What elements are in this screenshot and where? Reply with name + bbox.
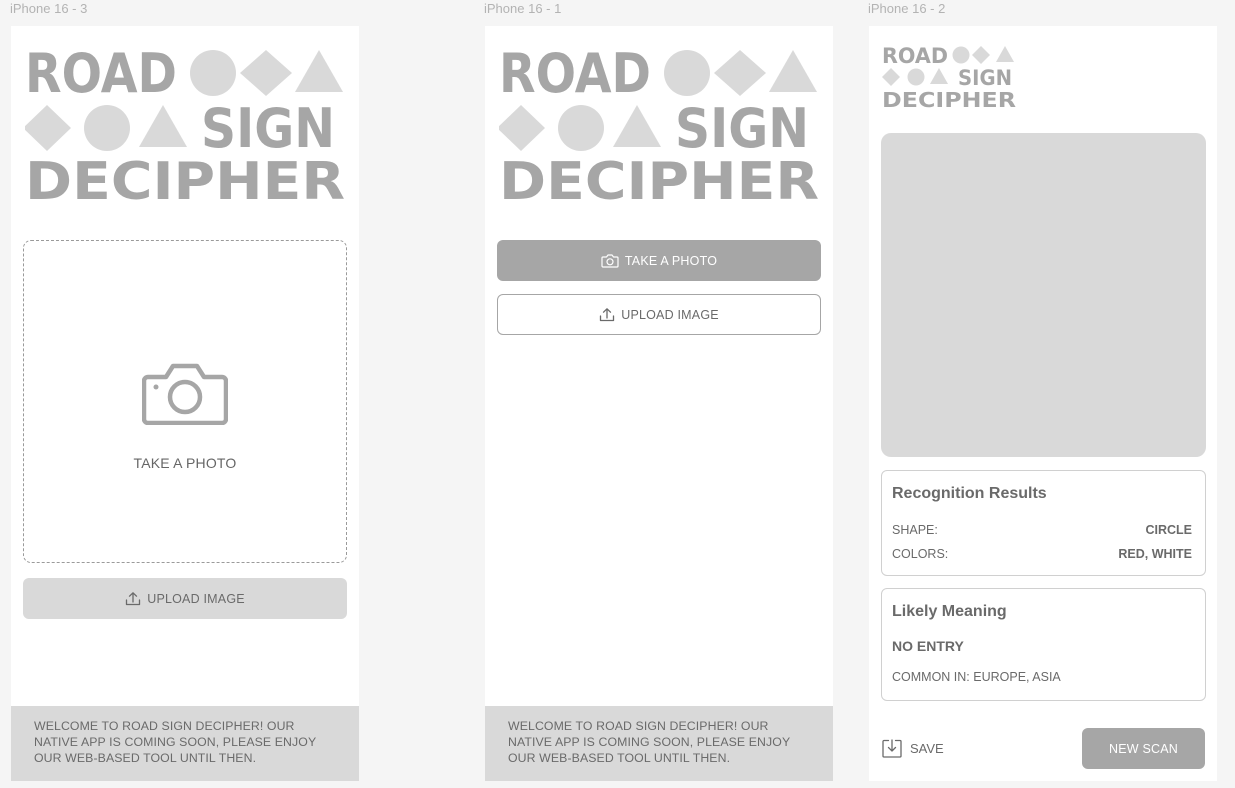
recognition-results-title: Recognition Results [892, 485, 1047, 502]
frame-label-iphone-16-3: iPhone 16 - 3 [10, 1, 88, 16]
colors-value: RED, WHITE [1118, 547, 1192, 561]
colors-label: COLORS: [892, 547, 949, 561]
take-photo-label: TAKE A PHOTO [624, 253, 718, 268]
diamond-shape [240, 50, 292, 96]
save-button[interactable]: SAVE [882, 739, 944, 758]
new-scan-label: NEW SCAN [1109, 741, 1178, 756]
meaning-value: NO ENTRY [892, 638, 964, 654]
triangle-shape [613, 105, 661, 147]
take-photo-label: TAKE A PHOTO [133, 455, 237, 471]
logo-word-decipher: DECIPHER [882, 88, 1016, 110]
welcome-banner: WELCOME TO ROAD SIGN DECIPHER! OUR NATIV… [485, 706, 833, 781]
upload-image-button[interactable]: UPLOAD IMAGE [23, 578, 347, 619]
logo-word-road: ROAD [882, 44, 948, 68]
diamond-shape [499, 105, 545, 151]
circle-shape [84, 105, 130, 151]
upload-image-label: UPLOAD IMAGE [621, 307, 719, 322]
circle-shape [907, 68, 925, 86]
triangle-shape [769, 50, 817, 92]
upload-icon [600, 308, 615, 322]
circle-shape [558, 105, 604, 151]
welcome-text: WELCOME TO ROAD SIGN DECIPHER! OUR NATIV… [508, 719, 791, 765]
shape-label: SHAPE: [892, 523, 938, 537]
frame-iphone-16-2: ROAD SIGN DECIPHER Recognition Results S… [869, 26, 1217, 781]
frame-label-iphone-16-2: iPhone 16 - 2 [868, 1, 946, 16]
take-photo-button[interactable]: TAKE A PHOTO [497, 240, 821, 281]
likely-meaning-card: Likely Meaning NO ENTRY COMMON IN: EUROP… [881, 588, 1206, 701]
app-logo: ROAD SIGN DECIPHER [499, 44, 819, 204]
circle-shape [190, 50, 236, 96]
diamond-shape [882, 68, 900, 86]
save-label: SAVE [910, 741, 944, 756]
triangle-shape [139, 105, 187, 147]
likely-meaning-title: Likely Meaning [892, 603, 1007, 620]
shape-value: CIRCLE [1145, 523, 1192, 537]
diamond-shape [25, 105, 71, 151]
recognition-results-card: Recognition Results SHAPE: CIRCLE COLORS… [881, 470, 1206, 576]
logo-word-road: ROAD [25, 44, 177, 105]
app-logo: ROAD SIGN DECIPHER [882, 44, 1016, 110]
frame-label-iphone-16-1: iPhone 16 - 1 [484, 1, 562, 16]
diamond-shape [714, 50, 766, 96]
welcome-text: WELCOME TO ROAD SIGN DECIPHER! OUR NATIV… [34, 719, 317, 765]
frame-iphone-16-1: ROAD SIGN DECIPHER TAKE A PHOTO UPLOAD I… [485, 26, 833, 781]
triangle-shape [295, 50, 343, 92]
circle-shape [952, 46, 970, 64]
common-in-text: COMMON IN: EUROPE, ASIA [892, 670, 1061, 684]
save-icon [882, 739, 902, 758]
camera-icon [601, 254, 619, 268]
new-scan-button[interactable]: NEW SCAN [1082, 728, 1205, 769]
app-logo: ROAD SIGN DECIPHER [25, 44, 345, 204]
frame-iphone-16-3: ROAD SIGN DECIPHER TAKE A PHOTO UPLOAD I… [11, 26, 359, 781]
camera-icon [142, 363, 228, 425]
diamond-shape [972, 46, 990, 64]
logo-word-decipher: DECIPHER [499, 152, 819, 204]
upload-image-button[interactable]: UPLOAD IMAGE [497, 294, 821, 335]
logo-word-sign: SIGN [675, 97, 809, 160]
take-photo-dropzone[interactable]: TAKE A PHOTO [23, 240, 347, 563]
triangle-shape [930, 68, 948, 84]
logo-word-road: ROAD [499, 44, 651, 105]
logo-word-sign: SIGN [201, 97, 335, 160]
upload-image-label: UPLOAD IMAGE [147, 591, 245, 606]
circle-shape [664, 50, 710, 96]
welcome-banner: WELCOME TO ROAD SIGN DECIPHER! OUR NATIV… [11, 706, 359, 781]
logo-word-decipher: DECIPHER [25, 152, 345, 204]
logo-word-sign: SIGN [958, 66, 1012, 90]
upload-icon [126, 592, 141, 606]
triangle-shape [996, 46, 1014, 62]
image-preview [881, 133, 1206, 457]
